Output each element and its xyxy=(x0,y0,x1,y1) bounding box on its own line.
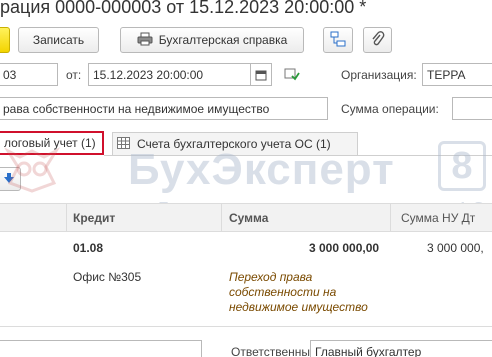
entry-comment-line: собственности на xyxy=(229,285,337,299)
table-bottom-border xyxy=(0,326,492,327)
column-divider xyxy=(390,204,391,232)
date-field[interactable]: 15.12.2023 20:00:00 xyxy=(88,63,272,86)
entry-comment-line: Переход права xyxy=(229,270,313,284)
operation-sum-label: Сумма операции: xyxy=(341,102,439,116)
column-header-sum-nu-dt[interactable]: Сумма НУ Дт xyxy=(401,211,475,225)
table-icon xyxy=(117,136,130,152)
table-header: Кредит Сумма Сумма НУ Дт xyxy=(0,203,492,232)
printer-icon xyxy=(137,32,153,49)
organization-field[interactable]: ТЕРРА xyxy=(422,63,492,86)
arrow-down-icon xyxy=(3,172,15,187)
watermark-digit: 8 xyxy=(438,141,486,191)
sum-value: 3 000 000,00 xyxy=(309,241,380,255)
sum-nu-dt-value: 3 000 000, xyxy=(427,241,484,255)
tab-fixed-asset-accounts[interactable]: Счета бухгалтерского учета ОС (1) xyxy=(112,132,358,156)
table-row[interactable]: 01.08 Офис №305 3 000 000,00 3 000 000, … xyxy=(0,232,492,322)
attach-button[interactable] xyxy=(363,27,392,53)
tab-tax-accounting[interactable]: логовый учет (1) xyxy=(0,131,104,155)
column-divider xyxy=(66,204,67,232)
operation-sum-field[interactable] xyxy=(452,97,492,120)
structure-button[interactable] xyxy=(323,27,353,53)
responsible-field[interactable]: Главный бухгалтер xyxy=(310,340,492,357)
entry-comment: Переход права собственности на недвижимо… xyxy=(229,270,368,315)
column-header-credit[interactable]: Кредит xyxy=(73,211,115,225)
save-button[interactable]: Записать xyxy=(18,27,99,53)
comment-field[interactable] xyxy=(0,340,202,357)
entry-comment-line: недвижимое имущество xyxy=(229,300,368,314)
tab-bar-underline xyxy=(104,155,492,156)
column-header-sum[interactable]: Сумма xyxy=(229,211,268,225)
operation-type-field[interactable]: рава собственности на недвижимое имущест… xyxy=(0,97,328,120)
accounting-report-button[interactable]: Бухгалтерская справка xyxy=(120,27,304,53)
credit-subconto: Офис №305 xyxy=(73,270,142,284)
accounting-report-label: Бухгалтерская справка xyxy=(158,33,288,47)
page-title: рация 0000-000003 от 15.12.2023 20:00:00… xyxy=(0,0,367,17)
date-label: от: xyxy=(66,68,82,82)
tab-fixed-asset-accounts-label: Счета бухгалтерского учета ОС (1) xyxy=(137,137,331,151)
responsible-label: Ответственный: xyxy=(231,345,321,357)
post-and-close-button[interactable] xyxy=(0,27,10,53)
date-value: 15.12.2023 20:00:00 xyxy=(93,67,204,82)
move-down-button[interactable] xyxy=(0,167,21,191)
number-field[interactable]: 03 xyxy=(0,63,58,86)
column-divider xyxy=(221,204,222,232)
organization-label: Организация: xyxy=(341,68,417,82)
status-icon[interactable] xyxy=(284,68,300,82)
hierarchy-icon xyxy=(330,31,346,50)
paperclip-icon xyxy=(371,30,385,50)
calendar-icon[interactable] xyxy=(250,64,271,85)
credit-account: 01.08 xyxy=(73,241,104,255)
